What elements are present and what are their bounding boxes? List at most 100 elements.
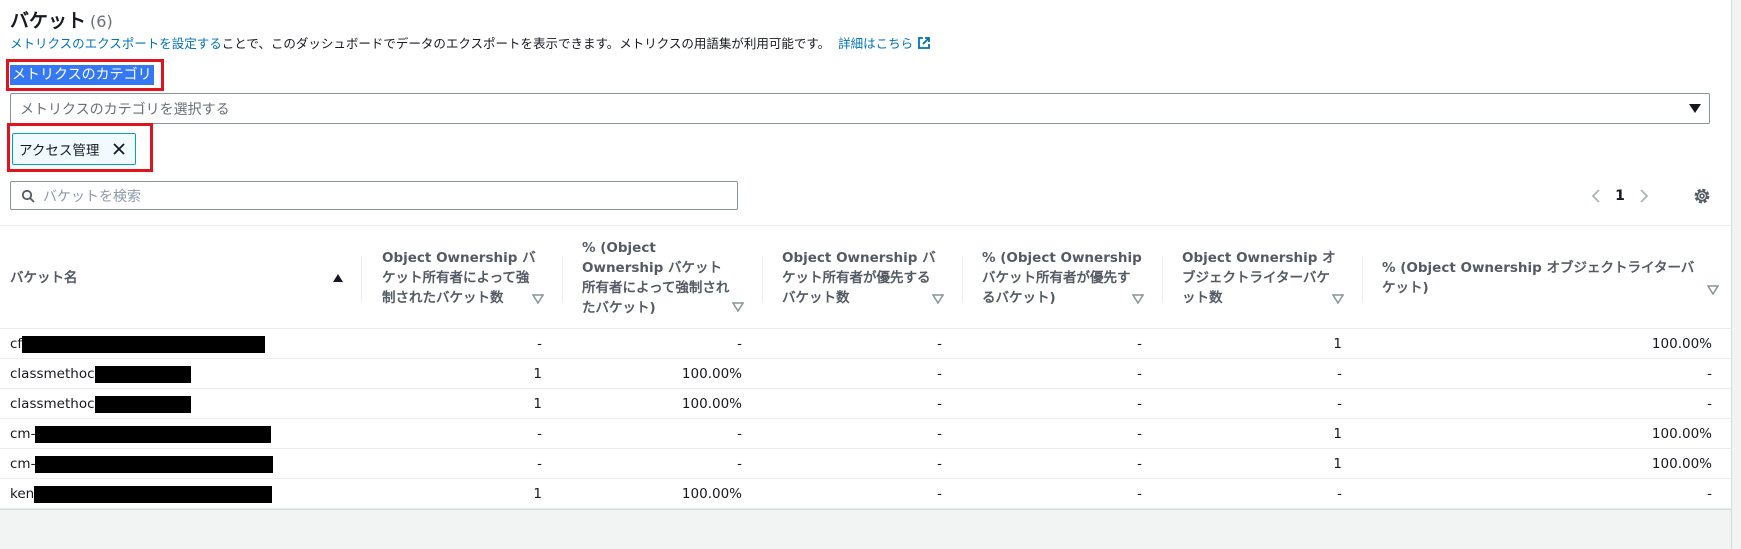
category-select[interactable]: メトリクスのカテゴリを選択する bbox=[10, 93, 1710, 124]
bucket-name-cell[interactable]: cf bbox=[10, 329, 266, 359]
column-header-enforced-percent[interactable]: % (Object Ownership バケット所有者によって強制されたバケット… bbox=[562, 226, 744, 330]
learn-more-link[interactable]: 詳細はこちら bbox=[838, 33, 913, 52]
sort-icon[interactable] bbox=[1707, 285, 1719, 295]
column-header-enforced-count[interactable]: Object Ownership バケット所有者によって強制されたバケット数 bbox=[361, 226, 544, 330]
table-cell: - bbox=[937, 456, 942, 472]
table-cell: 100.00% bbox=[1651, 456, 1712, 472]
section-header: バケット (6) bbox=[10, 6, 113, 32]
table-cell: - bbox=[1337, 366, 1342, 382]
table-row: cm- - - - - 1 100.00% bbox=[0, 419, 1731, 449]
chevron-right-icon bbox=[1640, 189, 1649, 203]
table-cell: - bbox=[937, 486, 942, 502]
column-header-preferred-count[interactable]: Object Ownership バケット所有者が優先するバケット数 bbox=[762, 226, 944, 330]
table-cell: - bbox=[1137, 486, 1142, 502]
bucket-search-input[interactable]: バケットを検索 bbox=[10, 181, 738, 210]
table-cell: 1 bbox=[533, 366, 542, 382]
sort-icon[interactable] bbox=[1132, 294, 1144, 304]
table-body: cf - - - - 1 100.00% classmethoc 1 100.0… bbox=[0, 329, 1731, 509]
table-cell: - bbox=[937, 396, 942, 412]
column-header-bucket-name[interactable]: バケット名 bbox=[10, 226, 343, 330]
table-row: cf - - - - 1 100.00% bbox=[0, 329, 1731, 359]
buckets-panel: バケット (6) メトリクスのエクスポートを設定する ことで、このダッシュボード… bbox=[0, 0, 1731, 510]
current-page[interactable]: 1 bbox=[1607, 188, 1633, 204]
column-header-writer-count[interactable]: Object Ownership オブジェクトライターバケット数 bbox=[1162, 226, 1362, 330]
section-title: バケット bbox=[10, 10, 87, 32]
gear-icon[interactable] bbox=[1691, 185, 1713, 207]
redacted-block bbox=[94, 365, 191, 383]
redacted-block bbox=[22, 335, 266, 353]
table-cell: - bbox=[1337, 486, 1342, 502]
search-placeholder: バケットを検索 bbox=[43, 188, 141, 205]
column-separator bbox=[361, 256, 362, 302]
redacted-block bbox=[94, 395, 191, 413]
bucket-name-cell[interactable]: classmethoc bbox=[10, 359, 191, 389]
buckets-table: バケット名 Object Ownership バケット所有者によって強制されたバ… bbox=[0, 225, 1731, 509]
table-cell: 100.00% bbox=[1651, 336, 1712, 352]
table-cell: - bbox=[1137, 336, 1142, 352]
sort-ascending-icon[interactable] bbox=[332, 273, 344, 283]
table-cell: 1 bbox=[533, 486, 542, 502]
table-row: ken 1 100.00% - - - - bbox=[0, 479, 1731, 509]
table-cell: - bbox=[537, 336, 542, 352]
sort-icon[interactable] bbox=[732, 302, 744, 312]
category-select-placeholder: メトリクスのカテゴリを選択する bbox=[20, 101, 230, 118]
table-cell: 100.00% bbox=[681, 396, 742, 412]
table-row: cm- - - - - 1 100.00% bbox=[0, 449, 1731, 479]
column-separator bbox=[962, 256, 963, 302]
table-cell: 100.00% bbox=[681, 486, 742, 502]
redacted-block bbox=[35, 455, 274, 473]
caret-down-icon bbox=[1689, 104, 1701, 113]
column-separator bbox=[562, 256, 563, 302]
table-row: classmethoc 1 100.00% - - - - bbox=[0, 389, 1731, 419]
bucket-name-cell[interactable]: classmethoc bbox=[10, 389, 191, 419]
table-cell: - bbox=[1137, 396, 1142, 412]
scroll-gutter bbox=[1731, 0, 1741, 549]
table-row: classmethoc 1 100.00% - - - - bbox=[0, 359, 1731, 389]
sort-icon[interactable] bbox=[932, 294, 944, 304]
table-cell: - bbox=[537, 426, 542, 442]
search-icon bbox=[21, 189, 35, 203]
table-cell: 1 bbox=[533, 396, 542, 412]
description-text: ことで、このダッシュボードでデータのエクスポートを表示できます。メトリクスの用語… bbox=[221, 36, 831, 51]
sort-icon[interactable] bbox=[532, 294, 544, 304]
external-link-icon[interactable] bbox=[917, 36, 931, 50]
table-cell: - bbox=[937, 336, 942, 352]
column-separator bbox=[1162, 256, 1163, 302]
column-header-writer-percent[interactable]: % (Object Ownership オブジェクトライターバケット) bbox=[1362, 226, 1728, 330]
table-cell: - bbox=[737, 336, 742, 352]
bucket-name-cell[interactable]: cm- bbox=[10, 419, 272, 449]
chevron-left-icon bbox=[1591, 189, 1600, 203]
previous-page-button[interactable] bbox=[1585, 185, 1607, 207]
redacted-block bbox=[34, 485, 273, 503]
table-cell: 1 bbox=[1333, 456, 1342, 472]
table-cell: - bbox=[537, 456, 542, 472]
table-header: バケット名 Object Ownership バケット所有者によって強制されたバ… bbox=[0, 225, 1731, 329]
bucket-name-cell[interactable]: ken bbox=[10, 479, 273, 509]
section-count: (6) bbox=[90, 12, 113, 31]
table-cell: - bbox=[1707, 396, 1712, 412]
column-header-preferred-percent[interactable]: % (Object Ownership バケット所有者が優先するバケット) bbox=[962, 226, 1144, 330]
redacted-block bbox=[35, 425, 272, 443]
table-cell: 100.00% bbox=[1651, 426, 1712, 442]
bucket-name-cell[interactable]: cm- bbox=[10, 449, 274, 479]
table-cell: 1 bbox=[1333, 426, 1342, 442]
column-separator bbox=[1362, 256, 1363, 302]
sort-icon[interactable] bbox=[1332, 294, 1344, 304]
table-cell: 1 bbox=[1333, 336, 1342, 352]
table-cell: - bbox=[1707, 486, 1712, 502]
table-cell: - bbox=[1137, 426, 1142, 442]
table-cell: - bbox=[1337, 396, 1342, 412]
table-cell: - bbox=[1707, 366, 1712, 382]
table-cell: - bbox=[1137, 456, 1142, 472]
description: メトリクスのエクスポートを設定する ことで、このダッシュボードでデータのエクスポ… bbox=[10, 33, 931, 52]
table-cell: - bbox=[737, 426, 742, 442]
table-cell: - bbox=[937, 426, 942, 442]
table-cell: 100.00% bbox=[681, 366, 742, 382]
next-page-button[interactable] bbox=[1633, 185, 1655, 207]
export-settings-link[interactable]: メトリクスのエクスポートを設定する bbox=[10, 33, 222, 52]
highlight-box-label bbox=[6, 59, 164, 91]
table-cell: - bbox=[1137, 366, 1142, 382]
highlight-box-token bbox=[7, 123, 153, 172]
pagination: 1 bbox=[1585, 185, 1655, 207]
table-cell: - bbox=[937, 366, 942, 382]
